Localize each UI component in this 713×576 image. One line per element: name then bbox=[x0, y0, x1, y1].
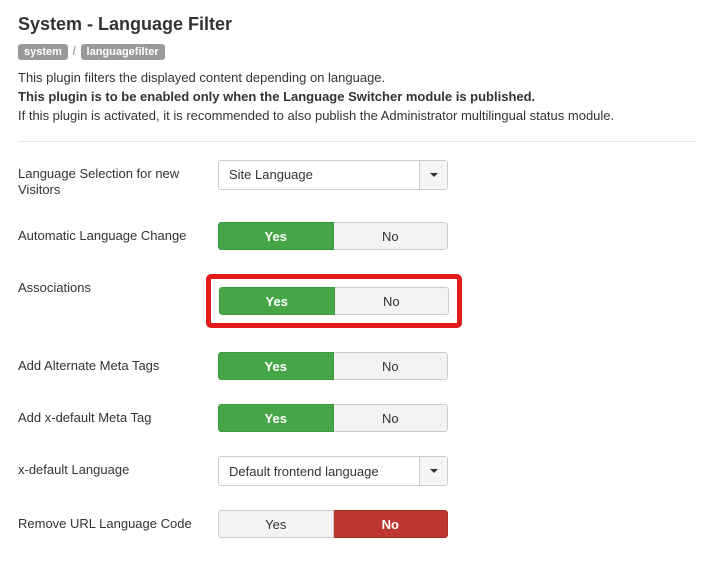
select-language-selection-value: Site Language bbox=[219, 161, 419, 189]
chevron-down-icon bbox=[419, 457, 447, 485]
toggle-alt-meta-no[interactable]: No bbox=[334, 352, 449, 380]
toggle-associations: Yes No bbox=[219, 287, 449, 315]
field-auto-language-change: Automatic Language Change Yes No bbox=[18, 222, 695, 250]
description-block: This plugin filters the displayed conten… bbox=[18, 70, 695, 125]
description-line-3: If this plugin is activated, it is recom… bbox=[18, 108, 695, 125]
toggle-xdefault-meta-no[interactable]: No bbox=[334, 404, 449, 432]
tag-languagefilter: languagefilter bbox=[81, 44, 165, 60]
field-associations: Associations Yes No bbox=[18, 274, 695, 328]
tag-separator: / bbox=[73, 44, 76, 58]
label-xdefault-language: x-default Language bbox=[18, 456, 218, 478]
field-xdefault-meta: Add x-default Meta Tag Yes No bbox=[18, 404, 695, 432]
select-xdefault-language[interactable]: Default frontend language bbox=[218, 456, 448, 486]
toggle-remove-url-no[interactable]: No bbox=[334, 510, 449, 538]
toggle-associations-no[interactable]: No bbox=[335, 287, 450, 315]
toggle-auto-language-change: Yes No bbox=[218, 222, 448, 250]
toggle-alt-meta-yes[interactable]: Yes bbox=[218, 352, 334, 380]
label-alt-meta-tags: Add Alternate Meta Tags bbox=[18, 352, 218, 374]
toggle-auto-change-yes[interactable]: Yes bbox=[218, 222, 334, 250]
description-line-1: This plugin filters the displayed conten… bbox=[18, 70, 695, 87]
breadcrumb-tags: system / languagefilter bbox=[18, 43, 695, 60]
toggle-remove-url-yes[interactable]: Yes bbox=[218, 510, 334, 538]
label-xdefault-meta: Add x-default Meta Tag bbox=[18, 404, 218, 426]
label-auto-language-change: Automatic Language Change bbox=[18, 222, 218, 244]
select-language-selection[interactable]: Site Language bbox=[218, 160, 448, 190]
toggle-xdefault-meta: Yes No bbox=[218, 404, 448, 432]
field-language-selection: Language Selection for new Visitors Site… bbox=[18, 160, 695, 199]
field-remove-url-code: Remove URL Language Code Yes No bbox=[18, 510, 695, 538]
tag-system: system bbox=[18, 44, 68, 60]
toggle-remove-url-code: Yes No bbox=[218, 510, 448, 538]
field-xdefault-language: x-default Language Default frontend lang… bbox=[18, 456, 695, 486]
toggle-alt-meta-tags: Yes No bbox=[218, 352, 448, 380]
toggle-xdefault-meta-yes[interactable]: Yes bbox=[218, 404, 334, 432]
section-divider bbox=[18, 141, 695, 142]
toggle-associations-yes[interactable]: Yes bbox=[219, 287, 335, 315]
description-line-2: This plugin is to be enabled only when t… bbox=[18, 89, 695, 106]
toggle-auto-change-no[interactable]: No bbox=[334, 222, 449, 250]
label-language-selection: Language Selection for new Visitors bbox=[18, 160, 218, 199]
chevron-down-icon bbox=[419, 161, 447, 189]
field-alt-meta-tags: Add Alternate Meta Tags Yes No bbox=[18, 352, 695, 380]
highlight-box: Yes No bbox=[206, 274, 462, 328]
select-xdefault-language-value: Default frontend language bbox=[219, 457, 419, 485]
label-remove-url-code: Remove URL Language Code bbox=[18, 510, 218, 532]
label-associations: Associations bbox=[18, 274, 218, 296]
page-title: System - Language Filter bbox=[18, 14, 695, 35]
